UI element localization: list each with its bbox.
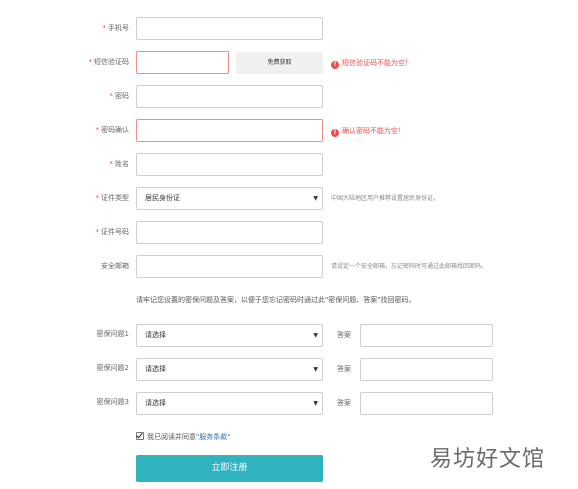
dropdown-arrow-icon: ▼ xyxy=(313,195,318,202)
required-mark: * xyxy=(95,126,100,134)
agree-row: 我已阅读并同意"服务条款" xyxy=(136,432,230,442)
sms-code-error: ! 短信验证码不能为空！ xyxy=(331,58,412,69)
required-mark: * xyxy=(109,92,114,100)
answer-3-input[interactable] xyxy=(360,392,493,415)
agree-checkbox[interactable] xyxy=(136,432,144,440)
required-mark: * xyxy=(102,24,107,32)
id-type-select[interactable]: 居民身份证 ▼ xyxy=(136,187,323,210)
required-mark: * xyxy=(95,194,100,202)
answer-2-label: 答案 xyxy=(337,365,351,373)
question-1-label: 密保问题1 xyxy=(96,330,129,338)
answer-2-input[interactable] xyxy=(360,358,493,381)
question-1-selected: 请选择 xyxy=(145,331,166,339)
terms-link[interactable]: "服务条款" xyxy=(196,433,230,441)
password-confirm-label: * 密码确认 xyxy=(95,126,130,134)
watermark: 易坊好文馆 xyxy=(430,447,546,472)
question-2-label: 密保问题2 xyxy=(96,364,129,372)
required-mark: * xyxy=(109,160,114,168)
get-sms-code-button[interactable]: 免费获取 xyxy=(236,52,323,74)
password-confirm-input[interactable] xyxy=(136,119,323,142)
password-confirm-error: ! 确认密码不能为空！ xyxy=(331,126,405,137)
question-2-selected: 请选择 xyxy=(145,365,166,373)
question-2-select[interactable]: 请选择 ▼ xyxy=(136,358,323,381)
sms-code-input[interactable] xyxy=(136,51,229,74)
question-3-label: 密保问题3 xyxy=(96,398,129,406)
answer-1-input[interactable] xyxy=(360,324,493,347)
error-icon: ! xyxy=(331,129,339,137)
question-3-selected: 请选择 xyxy=(145,399,166,407)
dropdown-arrow-icon: ▼ xyxy=(313,332,318,339)
name-input[interactable] xyxy=(136,153,323,176)
phone-input[interactable] xyxy=(136,17,323,40)
id-number-label: * 证件号码 xyxy=(95,228,130,236)
password-input[interactable] xyxy=(136,85,323,108)
answer-3-label: 答案 xyxy=(337,399,351,407)
error-icon: ! xyxy=(331,61,339,69)
email-hint: 请设定一个安全邮箱，忘记密码时可通过此邮箱找回密码。 xyxy=(331,263,488,270)
required-mark: * xyxy=(88,58,93,66)
sms-code-label: * 短信验证码 xyxy=(88,58,130,66)
dropdown-arrow-icon: ▼ xyxy=(313,366,318,373)
question-3-select[interactable]: 请选择 ▼ xyxy=(136,392,323,415)
id-type-label: * 证件类型 xyxy=(95,194,130,202)
question-1-select[interactable]: 请选择 ▼ xyxy=(136,324,323,347)
password-label: * 密码 xyxy=(109,92,130,100)
id-type-selected: 居民身份证 xyxy=(145,194,180,202)
name-label: * 姓名 xyxy=(109,160,130,168)
email-label: 安全邮箱 xyxy=(101,262,129,270)
id-number-input[interactable] xyxy=(136,221,323,244)
id-type-hint: 中国大陆地区用户推荐设置居民身份证。 xyxy=(331,195,440,202)
agree-text: 我已阅读并同意 xyxy=(147,433,196,441)
dropdown-arrow-icon: ▼ xyxy=(313,400,318,407)
email-input[interactable] xyxy=(136,255,323,278)
required-mark: * xyxy=(95,228,100,236)
register-button[interactable]: 立即注册 xyxy=(136,455,323,482)
phone-label: * 手机号 xyxy=(102,24,130,32)
answer-1-label: 答案 xyxy=(337,331,351,339)
security-note: 请牢记您设置的密保问题及答案，以便于您忘记密码时通过此"密保问题、答案"找回密码… xyxy=(136,296,416,304)
